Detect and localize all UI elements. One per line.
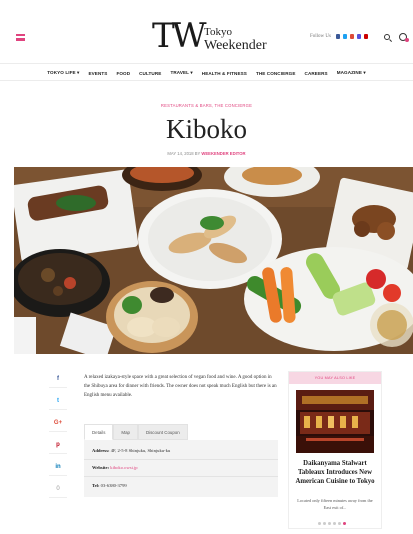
youtube-icon[interactable] <box>364 34 368 39</box>
details-panel: Address: 4F, 2-5-8 Shinjuku, Shinjuku-ku… <box>84 440 278 497</box>
nav-item-travel[interactable]: TRAVEL ▾ <box>170 70 192 76</box>
carousel-dot[interactable] <box>318 522 321 525</box>
nav-item-magazine[interactable]: MAGAZINE ▾ <box>337 70 366 76</box>
article-byline: MAY 14, 2018 BY WEEKENDER EDITOR <box>0 151 413 156</box>
comment-count: 0 <box>56 486 60 492</box>
logo-mark: TW <box>152 16 207 56</box>
twitter-icon[interactable]: t <box>49 392 67 410</box>
carousel-dot[interactable] <box>333 522 336 525</box>
address-label: Address: <box>92 448 110 453</box>
search-icon[interactable] <box>384 34 390 40</box>
website-row: Website: kiboko.owst.jp <box>92 465 138 470</box>
nav-item-culture[interactable]: CULTURE <box>139 71 161 76</box>
facebook-icon[interactable]: f <box>49 370 67 388</box>
address-row: Address: 4F, 2-5-8 Shinjuku, Shinjuku-ku <box>92 448 170 453</box>
info-tabs: Details Map Discount Coupon <box>84 424 278 440</box>
nav-item-events[interactable]: EVENTS <box>88 71 107 76</box>
tel-value: 03-6380-3799 <box>100 483 127 488</box>
hero-food-image <box>14 167 413 354</box>
tel-label: Tel: <box>92 483 100 488</box>
nav-item-careers[interactable]: CAREERS <box>305 71 328 76</box>
details-divider <box>84 476 278 477</box>
article-author[interactable]: WEEKENDER EDITOR <box>201 151 245 156</box>
logo-line-tokyo: Tokyo <box>204 26 232 38</box>
linkedin-icon[interactable]: in <box>49 458 67 476</box>
carousel-dot[interactable] <box>343 522 346 525</box>
carousel-dot[interactable] <box>328 522 331 525</box>
carousel-dot[interactable] <box>338 522 341 525</box>
main-nav: TOKYO LIFE ▾ EVENTS FOOD CULTURE TRAVEL … <box>0 66 413 80</box>
article-date: MAY 14, 2018 BY <box>167 151 201 156</box>
restaurant-illustration <box>296 390 374 453</box>
related-article-card[interactable]: YOU MAY ALSO LIKE Daikanyama Stalwart Ta… <box>288 371 382 529</box>
facebook-icon[interactable] <box>336 34 340 39</box>
notification-dot <box>405 38 409 42</box>
website-link[interactable]: kiboko.owst.jp <box>110 465 137 470</box>
article-category[interactable]: RESTAURANTS & BARS, THE CONCIERGE <box>0 103 413 108</box>
nav-item-tokyo-life[interactable]: TOKYO LIFE ▾ <box>47 70 79 76</box>
tab-map[interactable]: Map <box>113 424 138 440</box>
nav-item-health-fitness[interactable]: HEALTH & FITNESS <box>202 71 247 76</box>
logo-line-weekender: Weekender <box>204 38 267 53</box>
nav-item-the-concierge[interactable]: THE CONCIERGE <box>256 71 296 76</box>
tab-discount-coupon[interactable]: Discount Coupon <box>137 424 188 440</box>
details-divider <box>84 459 278 460</box>
nav-divider <box>0 80 413 81</box>
google-plus-icon[interactable] <box>350 34 354 39</box>
pinterest-icon[interactable]: p <box>49 436 67 454</box>
twitter-icon[interactable] <box>343 34 347 39</box>
related-article-title[interactable]: Daikanyama Stalwart Tableaux Introduces … <box>293 459 377 486</box>
food-illustration <box>14 167 413 354</box>
tel-row: Tel: 03-6380-3799 <box>92 483 127 488</box>
carousel-dot[interactable] <box>323 522 326 525</box>
article-body: A relaxed izakaya-style space with a gre… <box>84 375 277 398</box>
related-article-excerpt: Located only fifteen minutes away from t… <box>297 498 373 510</box>
google-plus-icon[interactable]: G+ <box>49 414 67 432</box>
nav-item-food[interactable]: FOOD <box>116 71 130 76</box>
comment-icon[interactable]: 0 <box>49 480 67 498</box>
tab-details[interactable]: Details <box>84 424 114 440</box>
site-logo[interactable]: TW Tokyo Weekender <box>152 16 282 58</box>
menu-icon[interactable] <box>16 34 25 41</box>
instagram-icon[interactable] <box>357 34 361 39</box>
article-title: Kiboko <box>166 114 247 144</box>
address-value: 4F, 2-5-8 Shinjuku, Shinjuku-ku <box>110 448 171 453</box>
related-tag: YOU MAY ALSO LIKE <box>289 372 381 384</box>
website-label: Website: <box>92 465 110 470</box>
carousel-dots <box>318 522 346 525</box>
related-article-image[interactable] <box>296 390 374 453</box>
follow-us-label: Follow Us <box>310 34 331 39</box>
site-header: TW Tokyo Weekender Follow Us <box>0 0 413 64</box>
